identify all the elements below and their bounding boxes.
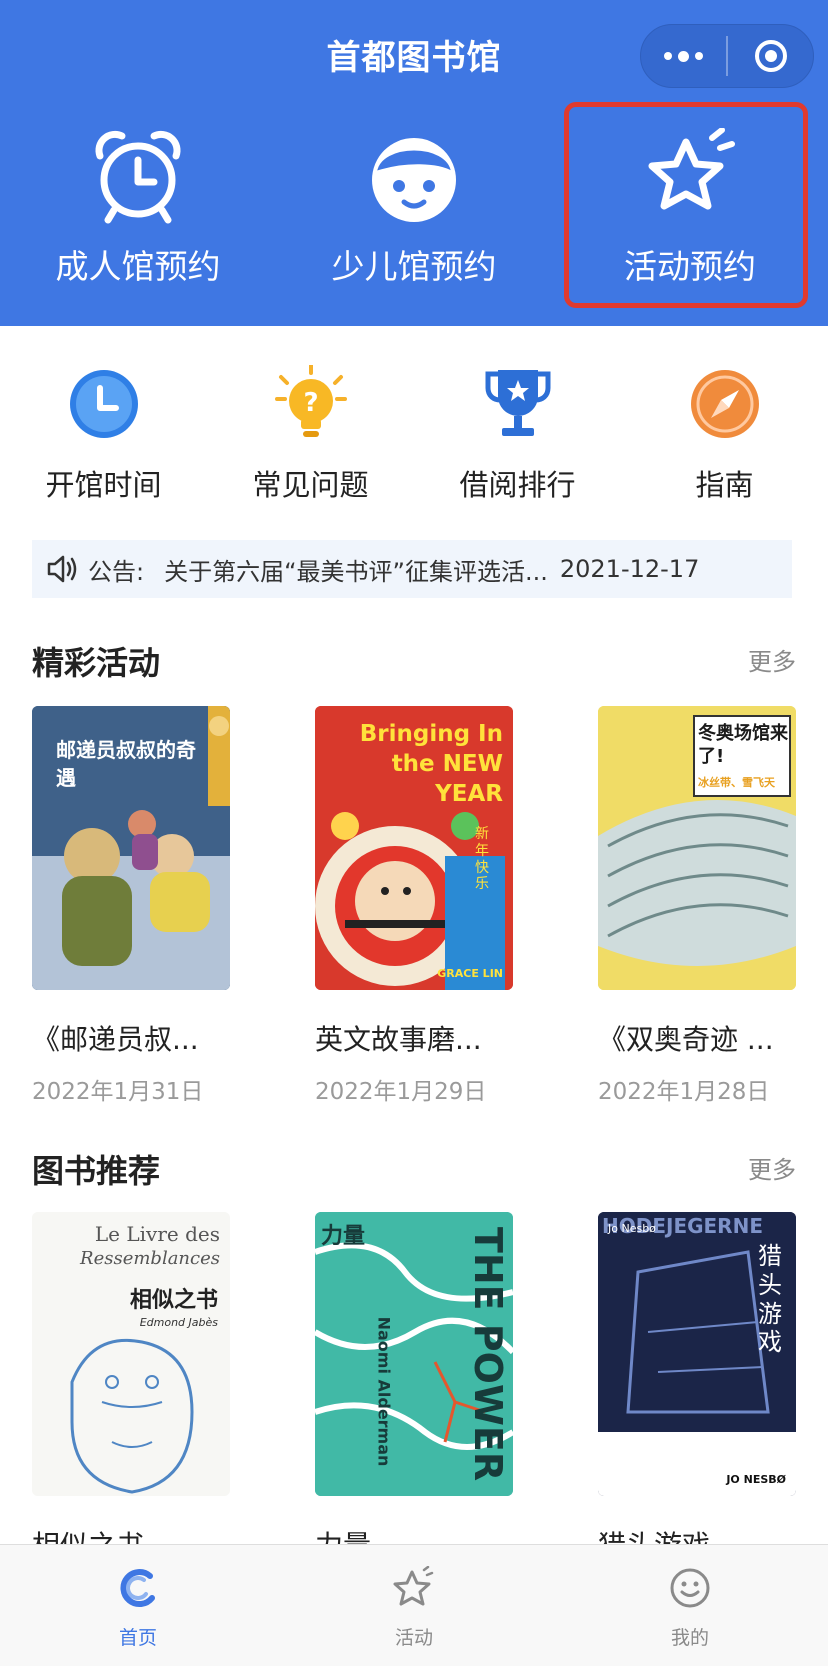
activity-cover-image: Bringing In the NEW YEAR 新年快乐 GRACE LIN (315, 706, 513, 990)
highlight-box (564, 102, 808, 308)
announcement-bar[interactable]: 公告: 关于第六届“最美书评”征集评选活... 2021-12-17 (32, 540, 792, 598)
grid-item-guide[interactable]: 指南 (621, 364, 828, 504)
bottom-tab-bar: 首页 活动 我的 (0, 1544, 828, 1666)
more-menu-button[interactable] (641, 25, 726, 87)
book-card[interactable]: THE POWER Naomi Alderman 力量 力量 (315, 1212, 515, 1564)
grid-item-faq[interactable]: ? 常见问题 (207, 364, 414, 504)
book-card[interactable]: Le Livre des Ressemblances 相似之书 Edmond J… (32, 1212, 232, 1564)
grid-item-borrow-ranking[interactable]: 借阅排行 (414, 364, 621, 504)
book-card[interactable]: HODEJEGERNE Jo Nesbø 猎头游戏 JO NESBØ 猎头游戏 (598, 1212, 798, 1564)
announcement-date: 2021-12-17 (559, 555, 700, 583)
alarm-clock-icon (95, 130, 181, 224)
book-cover-title-en: THE POWER (466, 1226, 511, 1482)
activity-cover-author: GRACE LIN (437, 967, 503, 980)
speaker-icon (47, 555, 77, 583)
book-cover-author: Naomi Alderman (374, 1316, 394, 1467)
tab-label: 活动 (394, 1627, 433, 1649)
trophy-icon (485, 370, 550, 436)
compass-icon (690, 370, 759, 438)
activity-date: 2022年1月28日 (598, 1079, 770, 1105)
activity-cover-title: 邮递员叔叔的奇遇 (56, 738, 196, 790)
announcement-label: 公告: (88, 557, 145, 586)
books-more-link[interactable]: 更多 (748, 1150, 796, 1185)
announcement-text: 关于第六届“最美书评”征集评选活... (164, 557, 548, 586)
activity-date: 2022年1月29日 (315, 1079, 487, 1105)
activity-cover-subtitle: 新年快乐 (475, 826, 489, 893)
mini-program-capsule (640, 24, 814, 88)
smiley-icon (670, 1568, 710, 1608)
grid-label: 开馆时间 (45, 468, 162, 502)
activities-more-link[interactable]: 更多 (748, 642, 796, 677)
book-cover-title-en: Le Livre des (94, 1222, 220, 1246)
activity-title: 《邮递员叔... (32, 1023, 199, 1056)
book-cover-image: Le Livre des Ressemblances 相似之书 Edmond J… (32, 1212, 230, 1496)
child-face-icon (372, 138, 456, 222)
children-library-booking[interactable]: 少儿馆预约 (276, 124, 552, 314)
target-circle-icon (754, 40, 787, 72)
grid-label: 常见问题 (252, 468, 369, 502)
tab-activities[interactable]: 活动 (276, 1545, 552, 1666)
activity-title: 英文故事磨... (315, 1023, 482, 1056)
activity-card[interactable]: 冬奥场馆来了! 冰丝带、雪飞天 《双奥奇迹 ... 2022年1月28日 (598, 706, 798, 1106)
book-cover-author-2: JO NESBØ (726, 1473, 786, 1486)
close-program-button[interactable] (728, 25, 813, 87)
book-cover-image: HODEJEGERNE Jo Nesbø 猎头游戏 JO NESBØ (598, 1212, 796, 1496)
svg-text:?: ? (303, 388, 318, 418)
activity-cover-title: 冬奥场馆来了! (698, 723, 788, 768)
activities-section-title: 精彩活动 (32, 644, 161, 682)
book-cover-author: Jo Nesbø (608, 1222, 656, 1235)
quick-action-label: 少儿馆预约 (331, 247, 497, 286)
tab-home[interactable]: 首页 (0, 1545, 276, 1666)
book-cover-image: THE POWER Naomi Alderman 力量 (315, 1212, 513, 1496)
star-outline-icon (393, 1566, 434, 1606)
activity-cover-image: 冬奥场馆来了! 冰丝带、雪飞天 (598, 706, 796, 990)
feature-grid: 开馆时间 ? 常见问题 借阅排行 指南 (0, 364, 828, 504)
home-c-icon (120, 1569, 155, 1608)
quick-action-label: 成人馆预约 (55, 247, 221, 286)
adult-library-booking[interactable]: 成人馆预约 (0, 124, 276, 314)
activity-card[interactable]: Bringing In the NEW YEAR 新年快乐 GRACE LIN … (315, 706, 515, 1106)
activity-card[interactable]: 邮递员叔叔的奇遇 《邮递员叔... 2022年1月31日 (32, 706, 232, 1106)
book-cover-title-cn: 猎头游戏 (758, 1242, 782, 1357)
tab-label: 首页 (118, 1627, 157, 1649)
activity-cover-subtitle: 冰丝带、雪飞天 (698, 776, 775, 789)
activity-title: 《双奥奇迹 ... (598, 1023, 774, 1056)
lightbulb-question-icon: ? (274, 365, 347, 437)
grid-label: 借阅排行 (459, 468, 576, 502)
header: 首都图书馆 成人馆预约 少儿馆预约 活动预约 (0, 0, 828, 326)
books-section-title: 图书推荐 (32, 1152, 161, 1190)
activity-cover-image: 邮递员叔叔的奇遇 (32, 706, 230, 990)
grid-item-opening-hours[interactable]: 开馆时间 (0, 364, 207, 504)
clock-icon (69, 370, 138, 438)
activity-date: 2022年1月31日 (32, 1079, 204, 1105)
tab-profile[interactable]: 我的 (552, 1545, 828, 1666)
activity-cover-title: Bringing In the NEW YEAR (359, 721, 503, 807)
book-cover-author: Edmond Jabès (139, 1316, 218, 1329)
book-cover-title-cn: 力量 (321, 1224, 366, 1249)
more-dots-icon (664, 50, 703, 62)
tab-label: 我的 (670, 1627, 709, 1649)
grid-label: 指南 (695, 468, 754, 502)
book-cover-title-cn: 相似之书 (129, 1288, 218, 1313)
book-cover-title-en-2: Ressemblances (80, 1248, 220, 1269)
